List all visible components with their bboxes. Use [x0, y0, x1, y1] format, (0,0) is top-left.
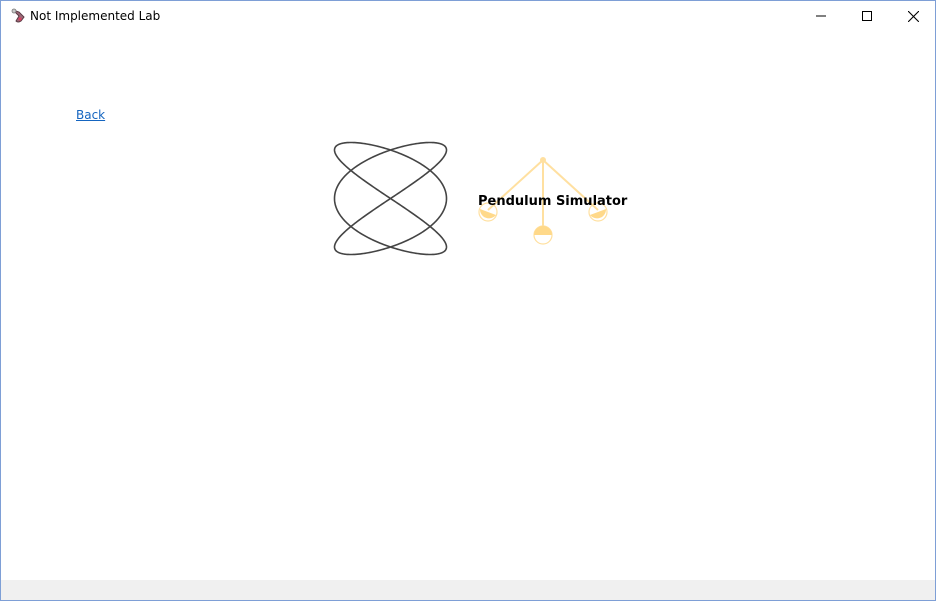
app-window: Not Implemented Lab Back Pendulum Simula…	[0, 0, 936, 601]
status-bar	[1, 580, 935, 600]
maximize-button[interactable]	[844, 1, 890, 31]
minimize-icon	[816, 15, 826, 17]
minimize-button[interactable]	[798, 1, 844, 31]
pendulum-simulator-label: Pendulum Simulator	[478, 194, 628, 209]
close-icon	[907, 10, 919, 22]
lissajous-curve-icon	[333, 141, 448, 256]
lissajous-tile[interactable]	[331, 139, 450, 258]
flask-icon	[10, 8, 26, 24]
maximize-icon	[862, 11, 872, 21]
close-button[interactable]	[890, 1, 936, 31]
back-link[interactable]: Back	[76, 108, 105, 122]
title-bar[interactable]: Not Implemented Lab	[1, 1, 935, 31]
window-title: Not Implemented Lab	[30, 9, 161, 23]
